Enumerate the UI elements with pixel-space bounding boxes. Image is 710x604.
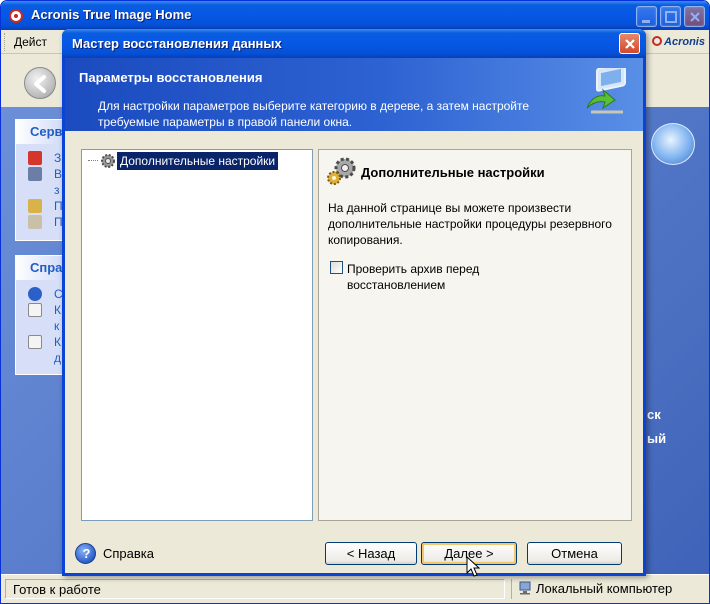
verify-archive-label[interactable]: Проверить архив перед восстановлением [347, 261, 547, 293]
help-icon [28, 287, 42, 301]
back-arrow-button[interactable] [24, 67, 56, 99]
settings-detail-pane: Дополнительные настройки На данной стран… [318, 149, 632, 521]
back-button[interactable]: < Назад [325, 542, 417, 565]
wizard-icon [28, 167, 42, 181]
status-computer-panel: Локальный компьютер [511, 579, 705, 599]
restore-wizard-dialog: Мастер восстановления данных Параметры в… [62, 29, 646, 578]
acronis-logo: Acronis [652, 36, 705, 48]
menubar-grip [4, 33, 7, 51]
main-titlebar[interactable]: Acronis True Image Home [1, 1, 709, 30]
gear-icon [99, 152, 117, 170]
statusbar: Готов к работе Локальный компьютер [1, 574, 709, 603]
mouse-cursor-icon [466, 555, 482, 578]
wizard-header: Параметры восстановления Для настройки п… [65, 58, 643, 131]
doc-icon [28, 335, 42, 349]
acronis-app-icon [8, 8, 24, 24]
menu-action[interactable]: Дейст [14, 35, 47, 49]
background-text: ск [647, 407, 661, 422]
cancel-button[interactable]: Отмена [527, 542, 622, 565]
doc-icon [28, 303, 42, 317]
help-icon: ? [75, 543, 96, 564]
dialog-title: Мастер восстановления данных [72, 36, 282, 51]
restore-wizard-icon [583, 62, 629, 116]
maximize-button[interactable] [660, 6, 681, 27]
globe-icon [651, 123, 695, 165]
dialog-close-button[interactable] [619, 33, 640, 54]
main-close-button[interactable] [684, 6, 705, 27]
status-text: Готов к работе [13, 582, 101, 597]
tree-node-label[interactable]: Дополнительные настройки [117, 152, 279, 170]
step-description: Для настройки параметров выберите катего… [98, 99, 530, 129]
minimize-button[interactable] [636, 6, 657, 27]
search-icon [28, 215, 42, 229]
settings-description: На данной странице вы можете произвести … [328, 201, 612, 247]
status-computer-text: Локальный компьютер [536, 581, 673, 596]
tasks-icon [28, 199, 42, 213]
restore-icon [28, 151, 42, 165]
help-label[interactable]: Справка [103, 546, 154, 561]
settings-gear-icon [325, 156, 359, 186]
verify-archive-checkbox[interactable] [330, 261, 343, 274]
background-text: ый [647, 431, 667, 446]
window-title: Acronis True Image Home [31, 7, 192, 22]
computer-icon [518, 581, 532, 595]
settings-title: Дополнительные настройки [361, 165, 545, 180]
tree-connector [88, 160, 98, 161]
status-panel: Готов к работе [5, 579, 505, 599]
dialog-titlebar[interactable]: Мастер восстановления данных [62, 29, 646, 58]
settings-tree[interactable]: Дополнительные настройки [81, 149, 313, 521]
step-title: Параметры восстановления [79, 70, 263, 85]
